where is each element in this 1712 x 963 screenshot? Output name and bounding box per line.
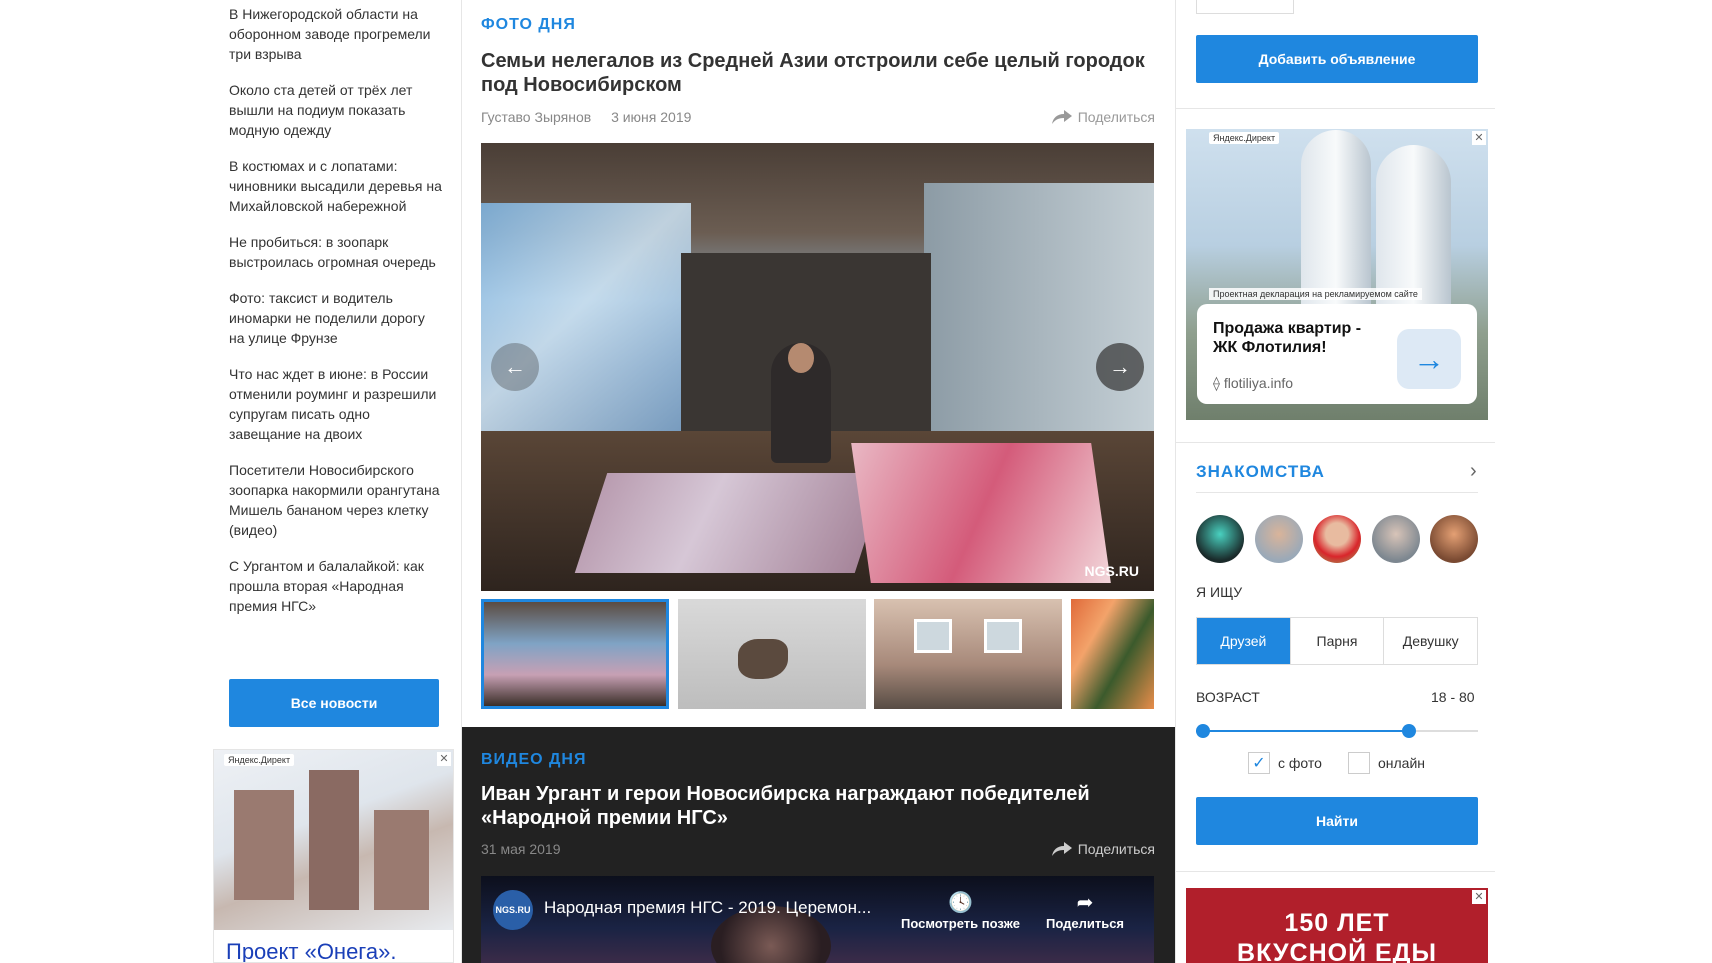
option-friends[interactable]: Друзей: [1197, 618, 1291, 664]
close-icon[interactable]: ✕: [1472, 131, 1486, 145]
thumbnail[interactable]: [678, 599, 866, 709]
player-share-label: Поделиться: [1046, 916, 1125, 931]
share-label: Поделиться: [1077, 841, 1155, 857]
clock-icon: 🕓: [948, 892, 973, 914]
video-of-day-section: ВИДЕО ДНЯ Иван Ургант и герои Новосибирс…: [462, 727, 1175, 963]
seeking-selector: Друзей Парня Девушку: [1196, 617, 1478, 665]
news-item[interactable]: Не пробиться: в зоопарк выстроилась огро…: [229, 232, 443, 272]
news-list: В Нижегородской области на оборонном зав…: [213, 4, 443, 616]
close-icon[interactable]: ✕: [437, 752, 451, 766]
seeking-label: Я ИЩУ: [1196, 584, 1243, 600]
ad-domain[interactable]: ⟠ flotiliya.info: [1213, 375, 1293, 392]
ad-declaration: Проектная декларация на рекламируемом са…: [1209, 288, 1422, 300]
divider: [1175, 871, 1495, 872]
author[interactable]: Густаво Зырянов: [481, 109, 591, 125]
age-max-handle[interactable]: [1402, 724, 1416, 738]
main-photo[interactable]: ← → NGS.RU: [481, 143, 1154, 591]
channel-logo[interactable]: NGS.RU: [493, 890, 533, 930]
section-tag[interactable]: ФОТО ДНЯ: [481, 16, 576, 34]
ad-image: [214, 750, 453, 930]
dating-title[interactable]: ЗНАКОМСТВА: [1196, 462, 1325, 482]
article-meta: Густаво Зырянов 3 июня 2019: [481, 109, 707, 125]
chevron-right-icon[interactable]: ›: [1470, 460, 1477, 483]
all-news-button[interactable]: Все новости: [229, 679, 439, 727]
next-arrow-icon[interactable]: →: [1096, 343, 1144, 391]
news-item[interactable]: Около ста детей от трёх лет вышли на под…: [229, 80, 443, 140]
right-sidebar: Добавить объявление Яндекс.Директ ✕ Прое…: [1175, 0, 1495, 963]
news-item[interactable]: С Ургантом и балалайкой: как прошла втор…: [229, 556, 443, 616]
bottom-ad-banner[interactable]: ✕ 150 ЛЕТ ВКУСНОЙ ЕДЫ: [1186, 888, 1488, 963]
ad-source-label: Яндекс.Директ: [1209, 132, 1280, 144]
news-item[interactable]: Что нас ждет в июне: в России отменили р…: [229, 364, 443, 444]
divider: [1196, 492, 1478, 493]
video-player[interactable]: NGS.RU Народная премия НГС - 2019. Церем…: [481, 876, 1154, 963]
ad-title[interactable]: Проект «Онега».: [226, 939, 396, 962]
left-news-column: В Нижегородской области на оборонном зав…: [213, 0, 461, 963]
with-photo-checkbox[interactable]: ✓ с фото: [1248, 752, 1322, 774]
arrow-right-icon[interactable]: →: [1397, 329, 1461, 389]
age-slider[interactable]: [1196, 724, 1478, 738]
ad-card[interactable]: Продажа квартир - ЖК Флотилия! ⟠ flotili…: [1197, 304, 1477, 404]
avatar[interactable]: [1430, 515, 1478, 563]
share-icon: [1051, 842, 1072, 856]
ad-domain-text: flotiliya.info: [1223, 375, 1294, 391]
watch-later-label: Посмотреть позже: [901, 916, 1020, 931]
news-item[interactable]: В костюмах и с лопатами: чиновники высад…: [229, 156, 443, 216]
share-icon: ➦: [1076, 892, 1094, 914]
divider: [1175, 108, 1495, 109]
prev-arrow-icon[interactable]: ←: [491, 343, 539, 391]
checkmark-icon: ✓: [1248, 752, 1270, 774]
find-button[interactable]: Найти: [1196, 797, 1478, 845]
checkbox-empty: [1348, 752, 1370, 774]
date: 3 июня 2019: [611, 109, 692, 125]
with-photo-label: с фото: [1278, 755, 1322, 771]
share-label: Поделиться: [1077, 109, 1155, 125]
avatar[interactable]: [1254, 515, 1303, 563]
video-date: 31 мая 2019: [481, 841, 561, 857]
avatar[interactable]: [1313, 515, 1361, 563]
watch-later-button[interactable]: 🕓 Посмотреть позже: [901, 890, 1020, 931]
photo-of-day-section: ФОТО ДНЯ Семьи нелегалов из Средней Азии…: [462, 0, 1175, 727]
video-share-button[interactable]: Поделиться: [1051, 841, 1155, 857]
article-title[interactable]: Семьи нелегалов из Средней Азии отстроил…: [481, 49, 1151, 97]
online-label: онлайн: [1378, 755, 1426, 771]
ad-headline: 150 ЛЕТ ВКУСНОЙ ЕДЫ: [1186, 908, 1488, 963]
section-tag[interactable]: ВИДЕО ДНЯ: [481, 751, 586, 769]
search-input[interactable]: [1196, 0, 1294, 14]
video-title[interactable]: Народная премия НГС - 2019. Церемон...: [544, 898, 871, 918]
thumbnail-strip: [481, 599, 1154, 709]
share-button[interactable]: Поделиться: [1051, 109, 1155, 125]
add-ad-button[interactable]: Добавить объявление: [1196, 35, 1478, 83]
option-guy[interactable]: Парня: [1291, 618, 1385, 664]
ad-title[interactable]: Продажа квартир - ЖК Флотилия!: [1213, 319, 1383, 357]
video-article-title[interactable]: Иван Ургант и герои Новосибирска награжд…: [481, 782, 1151, 830]
news-item[interactable]: Посетители Новосибирского зоопарка накор…: [229, 460, 443, 540]
news-item[interactable]: Фото: таксист и водитель иномарки не под…: [229, 288, 443, 348]
close-icon[interactable]: ✕: [1472, 890, 1486, 904]
watermark-logo: NGS.RU: [1084, 563, 1139, 579]
divider: [1175, 442, 1495, 443]
news-item[interactable]: В Нижегородской области на оборонном зав…: [229, 4, 443, 64]
thumbnail-active[interactable]: [481, 599, 669, 709]
avatar[interactable]: [1196, 515, 1244, 563]
ad-headline-line2: ВКУСНОЙ ЕДЫ: [1237, 939, 1437, 963]
left-ad-banner[interactable]: Яндекс.Директ ✕ Проект «Онега».: [213, 749, 454, 963]
player-share-button[interactable]: ➦ Поделиться: [1046, 890, 1124, 931]
main-content: ФОТО ДНЯ Семьи нелегалов из Средней Азии…: [462, 0, 1175, 963]
age-min-handle[interactable]: [1196, 724, 1210, 738]
age-range: 18 - 80: [1431, 689, 1475, 705]
online-checkbox[interactable]: онлайн: [1348, 752, 1425, 774]
ad-headline-line1: 150 ЛЕТ: [1284, 909, 1390, 937]
avatar-list: [1196, 515, 1478, 563]
thumbnail[interactable]: [874, 599, 1062, 709]
ad-source-label: Яндекс.Директ: [224, 754, 295, 766]
share-icon: [1051, 110, 1072, 124]
avatar[interactable]: [1371, 515, 1420, 563]
age-label: ВОЗРАСТ: [1196, 689, 1260, 705]
thumbnail[interactable]: [1071, 599, 1154, 709]
option-girl[interactable]: Девушку: [1384, 618, 1477, 664]
right-ad-banner[interactable]: Яндекс.Директ ✕ Проектная декларация на …: [1186, 129, 1488, 420]
